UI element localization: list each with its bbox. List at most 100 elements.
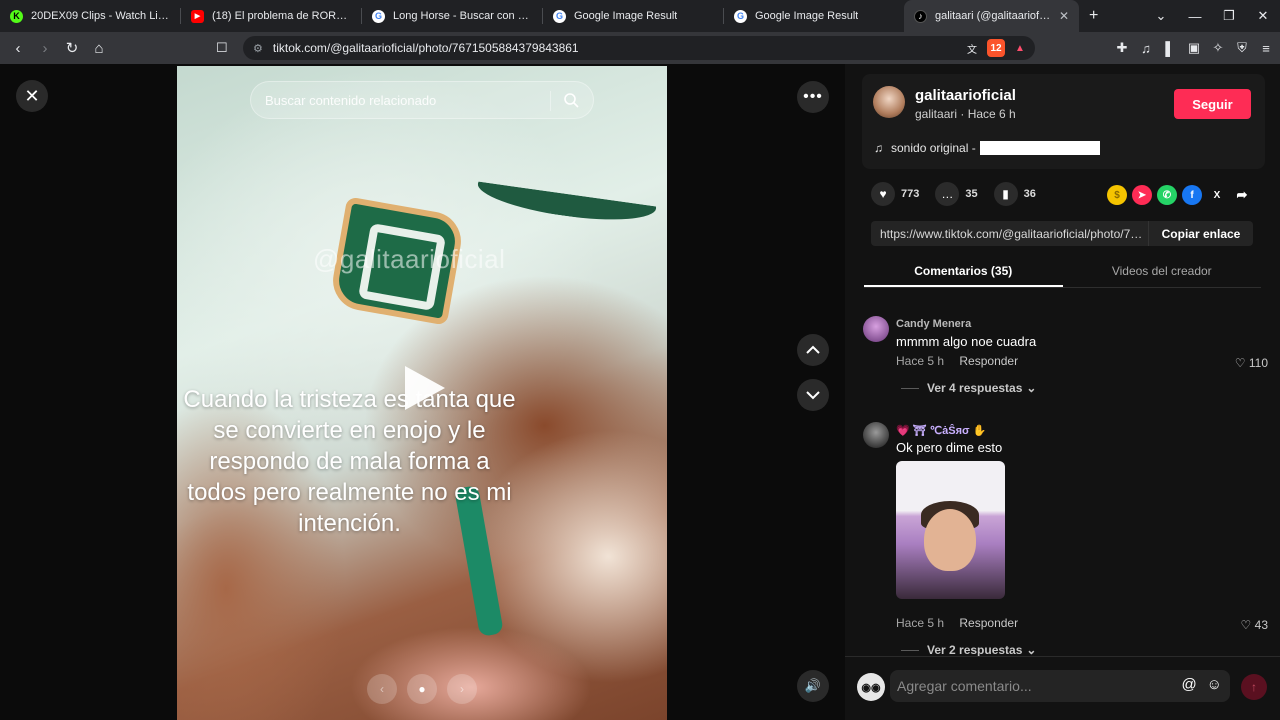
volume-button[interactable]: 🔊 (797, 670, 829, 702)
new-tab-button[interactable]: + (1089, 7, 1098, 25)
forward-icon[interactable]: › (33, 36, 57, 60)
comment-time: Hace 5 h (896, 616, 945, 630)
google-favicon-icon: G (372, 9, 385, 23)
tab-title: (18) El problema de RORO solo s (212, 10, 351, 22)
tab-creator-videos[interactable]: Videos del creador (1063, 260, 1262, 287)
photo-watermark: @galitaarioficial (313, 244, 506, 274)
comment-meta: Hace 5 h Responder (896, 354, 1018, 368)
replies-divider (901, 649, 919, 651)
comment-button[interactable]: … 35 (935, 182, 978, 206)
post-photo[interactable]: @galitaarioficial Buscar contenido relac… (177, 66, 667, 720)
extensions-icon[interactable]: ✚ (1112, 36, 1132, 60)
whatsapp-icon[interactable]: ✆ (1157, 185, 1177, 205)
tiktok-favicon-icon: ♪ (914, 9, 927, 23)
share-arrow-icon[interactable]: ➦ (1232, 185, 1252, 205)
comment-composer: ◉◉ Agregar comentario... @ ☺ ↑ (845, 656, 1280, 720)
author-card: galitaarioficial galitaari · Hace 6 h Se… (862, 74, 1265, 169)
heart-outline-icon: ♡ (1234, 356, 1246, 370)
bookmark-icon[interactable]: ☐ (216, 40, 228, 56)
menu-icon[interactable]: ≡ (1256, 36, 1276, 60)
reply-button[interactable]: Responder (959, 354, 1018, 368)
more-options-button[interactable]: ••• (797, 81, 829, 113)
address-bar[interactable]: ⚙ tiktok.com/@galitaarioficial/photo/767… (243, 36, 1035, 60)
sidebar-icon[interactable]: ▌ (1160, 36, 1180, 60)
browser-tab[interactable]: K 20DEX09 Clips - Watch Live on K (0, 0, 180, 32)
ellipsis-icon: ••• (803, 88, 823, 105)
youtube-favicon-icon: ▶ (191, 9, 204, 23)
commenter-name[interactable]: 💗 ⛩ ℃ȧŜяσ ✋ (896, 424, 986, 437)
play-icon[interactable] (405, 366, 445, 410)
comment-like-count: 43 (1254, 618, 1268, 632)
follow-button[interactable]: Seguir (1174, 89, 1251, 119)
vpn-icon[interactable]: ⛨ (1232, 36, 1252, 60)
comment-like-button[interactable]: ♡ 110 (1235, 356, 1268, 370)
coin-share-icon[interactable]: $ (1107, 185, 1127, 205)
carousel-next-button[interactable]: › (447, 674, 477, 704)
sound-link[interactable]: ♫ sonido original - (874, 141, 1100, 155)
browser-tab[interactable]: ▶ (18) El problema de RORO solo s (181, 0, 361, 32)
commenter-avatar[interactable] (863, 422, 889, 448)
chevron-down-icon: ⌄ (1026, 643, 1037, 657)
back-icon[interactable]: ‹ (6, 36, 30, 60)
tab-search-chevron-icon[interactable]: ⌄ (1144, 8, 1178, 24)
mention-icon[interactable]: @ (1181, 676, 1196, 693)
chevron-down-icon (806, 391, 820, 400)
comment-count: 35 (965, 188, 978, 200)
send-share-icon[interactable]: ➤ (1132, 185, 1152, 205)
brave-shields-icon[interactable]: 12 (987, 39, 1005, 57)
view-replies-button[interactable]: Ver 2 respuestas ⌄ (901, 643, 1036, 657)
minimize-icon[interactable]: — (1178, 9, 1212, 24)
sound-title: sonido original - (891, 141, 976, 155)
browser-tab[interactable]: G Google Image Result (543, 0, 723, 32)
tab-comments[interactable]: Comentarios (35) (864, 260, 1063, 287)
close-icon: ✕ (24, 85, 40, 106)
browser-tab[interactable]: G Google Image Result (724, 0, 904, 32)
browser-tab-strip: K 20DEX09 Clips - Watch Live on K ▶ (18)… (0, 0, 1280, 32)
site-info-icon[interactable]: ⚙ (253, 42, 263, 55)
media-icon[interactable]: ♫ (1136, 36, 1156, 60)
details-panel: galitaarioficial galitaari · Hace 6 h Se… (845, 64, 1280, 720)
commenter-avatar[interactable] (863, 316, 889, 342)
comment-input[interactable]: Agregar comentario... @ ☺ (890, 670, 1230, 702)
share-buttons: $ ➤ ✆ f X ➦ (1107, 185, 1252, 205)
x-twitter-icon[interactable]: X (1207, 185, 1227, 205)
comment-item: Candy Menera mmmm algo noe cuadra Hace 5… (863, 316, 1268, 396)
save-button[interactable]: ▮ 36 (993, 182, 1036, 206)
browser-tab[interactable]: G Long Horse - Buscar con Google (362, 0, 542, 32)
leo-ai-icon[interactable]: ✧ (1208, 36, 1228, 60)
close-tab-icon[interactable]: ✕ (1051, 9, 1069, 23)
replies-divider (901, 387, 919, 389)
google-favicon-icon: G (553, 9, 566, 23)
comment-image[interactable] (896, 461, 1005, 599)
copy-link-button[interactable]: Copiar enlace (1148, 221, 1253, 246)
share-link-text[interactable]: https://www.tiktok.com/@galitaarioficial… (871, 227, 1145, 241)
carousel-prev-button[interactable]: ‹ (367, 674, 397, 704)
comment-like-button[interactable]: ♡ 43 (1241, 618, 1268, 632)
related-search-input[interactable]: Buscar contenido relacionado (250, 81, 594, 119)
home-icon[interactable]: ⌂ (87, 36, 111, 60)
next-post-button[interactable] (797, 379, 829, 411)
carousel-dot-indicator: ● (407, 674, 437, 704)
maximize-icon[interactable]: ❐ (1212, 8, 1246, 24)
browser-tab-active[interactable]: ♪ galitaari (@galitaarioficial ✕ (904, 0, 1079, 32)
wallet-icon[interactable]: ▣ (1184, 36, 1204, 60)
like-button[interactable]: ♥ 773 (871, 182, 919, 206)
search-icon[interactable] (563, 92, 579, 108)
author-avatar[interactable] (873, 86, 905, 118)
facebook-icon[interactable]: f (1182, 185, 1202, 205)
close-viewer-button[interactable]: ✕ (16, 80, 48, 112)
commenter-name[interactable]: Candy Menera (896, 318, 971, 330)
arrow-up-icon: ↑ (1251, 680, 1257, 694)
reply-button[interactable]: Responder (959, 616, 1018, 630)
tab-title: Google Image Result (574, 10, 678, 22)
view-replies-button[interactable]: Ver 4 respuestas ⌄ (901, 381, 1036, 395)
brave-rewards-icon[interactable]: ▲ (1011, 39, 1029, 57)
comment-like-count: 110 (1248, 356, 1268, 370)
emoji-icon[interactable]: ☺ (1207, 676, 1222, 693)
author-username[interactable]: galitaarioficial (915, 87, 1016, 104)
send-comment-button[interactable]: ↑ (1241, 674, 1267, 700)
window-close-icon[interactable]: ✕ (1246, 8, 1280, 24)
reload-icon[interactable]: ↻ (60, 36, 84, 60)
previous-post-button[interactable] (797, 334, 829, 366)
translate-icon[interactable]: 文 (963, 39, 981, 57)
